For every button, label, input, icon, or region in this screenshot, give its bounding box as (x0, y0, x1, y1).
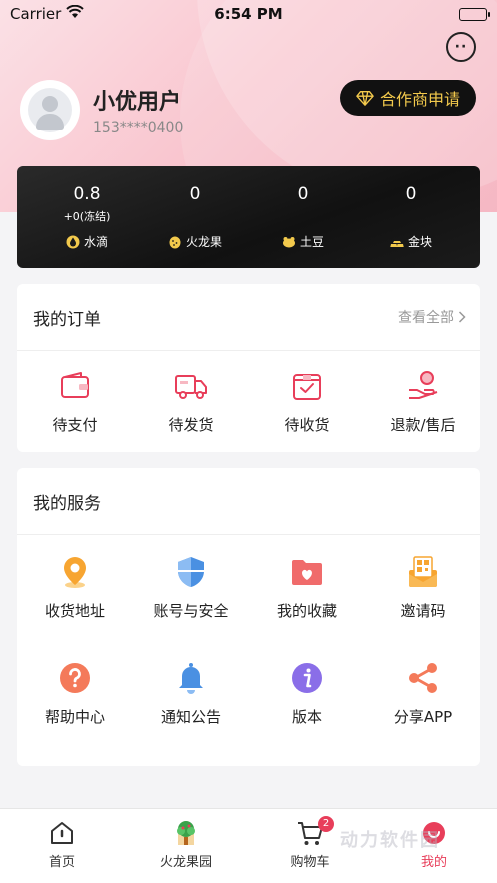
watermark: 动力软件园 (340, 830, 440, 851)
asset-label: 水滴 (83, 235, 108, 249)
chat-bubble-icon[interactable]: ·· (446, 32, 476, 62)
potato-icon (282, 236, 295, 247)
service-label: 账号与安全 (153, 602, 229, 620)
help-icon (60, 663, 90, 693)
tab-home[interactable]: 首页 (0, 819, 124, 870)
service-label: 版本 (291, 708, 322, 726)
home-icon (51, 822, 73, 844)
services-title: 我的服务 (33, 494, 101, 514)
order-label: 待发货 (168, 416, 214, 434)
service-label: 邀请码 (400, 602, 446, 620)
service-label: 分享APP (393, 708, 453, 726)
gold-bar-icon (390, 240, 404, 247)
qr-code-icon (409, 556, 437, 587)
asset-label: 火龙果 (185, 235, 222, 249)
orders-title: 我的订单 (33, 310, 101, 330)
service-label: 帮助中心 (44, 708, 105, 726)
location-pin-icon (64, 557, 86, 588)
order-pending-shipment[interactable]: 待发货 (133, 368, 249, 435)
service-share-app[interactable]: 分享APP (365, 660, 481, 727)
asset-dragon-fruit[interactable]: 0 火龙果 (137, 166, 253, 268)
asset-value: 0 (405, 184, 417, 204)
service-invite-code[interactable]: 邀请码 (365, 554, 481, 621)
tab-label: 我的 (420, 855, 447, 870)
asset-value: 0.8 (73, 184, 101, 204)
divider (17, 350, 480, 351)
asset-gold[interactable]: 0 金块 (353, 166, 469, 268)
tab-orchard[interactable]: 火龙果园 (124, 819, 248, 870)
status-bar: Carrier 6:54 PM (0, 0, 497, 28)
tab-label: 首页 (48, 855, 75, 870)
services-card: 我的服务 收货地址 账号与安全 我的收藏 邀请码 帮助中心 通知公告 版本 分享… (17, 468, 480, 766)
share-icon (409, 663, 437, 693)
battery-icon (459, 8, 490, 21)
view-all-label: 查看全部 (398, 310, 454, 326)
asset-label: 土豆 (299, 235, 324, 249)
tab-label: 火龙果园 (159, 855, 212, 870)
water-drop-icon (66, 235, 80, 248)
service-label: 我的收藏 (276, 602, 337, 620)
service-help[interactable]: 帮助中心 (17, 660, 133, 727)
favorite-folder-icon (292, 560, 322, 585)
order-label: 待收货 (284, 416, 330, 434)
order-pending-payment[interactable]: 待支付 (17, 368, 133, 435)
asset-value: 0 (297, 184, 309, 204)
asset-panel: 0.8 +0(冻结) 水滴 0 火龙果 0 土豆 0 金块 (17, 166, 480, 268)
order-label: 退款/售后 (390, 416, 456, 434)
asset-value: 0 (189, 184, 201, 204)
order-pending-receipt[interactable]: 待收货 (249, 368, 365, 435)
asset-potato[interactable]: 0 土豆 (245, 166, 361, 268)
tab-label: 购物车 (290, 855, 330, 870)
service-security[interactable]: 账号与安全 (133, 554, 249, 621)
service-label: 通知公告 (160, 708, 221, 726)
dragon-fruit-icon (169, 236, 181, 248)
shield-icon (178, 557, 204, 587)
bell-icon (179, 663, 203, 694)
orders-card: 我的订单 查看全部 待支付 待发货 待收货 退款/售后 (17, 284, 480, 452)
service-notices[interactable]: 通知公告 (133, 660, 249, 727)
box-check-icon (293, 374, 321, 400)
wallet-icon (61, 372, 89, 398)
service-address[interactable]: 收货地址 (17, 554, 133, 621)
asset-frozen: +0(冻结) (63, 210, 111, 223)
orchard-icon (177, 821, 195, 845)
service-version[interactable]: 版本 (249, 660, 365, 727)
avatar[interactable] (20, 80, 80, 140)
cart-badge: 2 (318, 816, 334, 832)
divider (17, 534, 480, 535)
clock: 6:54 PM (214, 5, 283, 23)
partner-apply-button[interactable]: 合作商申请 (340, 80, 476, 116)
truck-icon (175, 375, 207, 399)
chevron-right-icon (458, 311, 466, 323)
user-phone: 153****0400 (93, 120, 184, 136)
order-refund[interactable]: 退款/售后 (365, 368, 481, 435)
asset-water[interactable]: 0.8 +0(冻结) 水滴 (29, 166, 145, 268)
info-icon (292, 663, 322, 693)
service-label: 收货地址 (44, 602, 105, 620)
user-name: 小优用户 (93, 90, 182, 115)
diamond-icon (356, 91, 374, 106)
partner-apply-label: 合作商申请 (379, 90, 460, 109)
refund-icon (409, 371, 438, 399)
asset-label: 金块 (407, 235, 432, 249)
view-all-orders-link[interactable]: 查看全部 (398, 307, 466, 327)
order-label: 待支付 (52, 416, 98, 434)
service-favorites[interactable]: 我的收藏 (249, 554, 365, 621)
